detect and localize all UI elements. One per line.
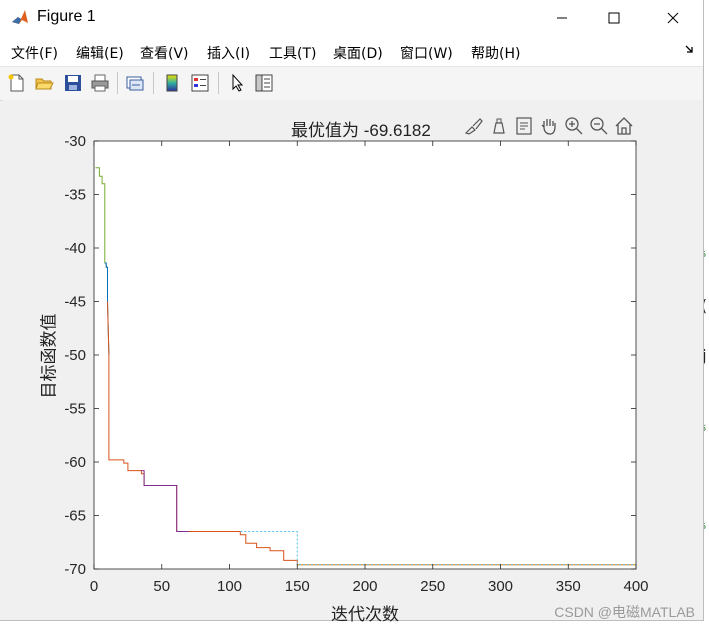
- brush-icon[interactable]: [463, 115, 485, 137]
- x-tick-label: 250: [420, 578, 445, 595]
- pan-icon[interactable]: [538, 115, 560, 137]
- axes-box[interactable]: [93, 140, 637, 570]
- x-tick-label: 350: [556, 578, 581, 595]
- y-tick-label: -55: [64, 401, 86, 418]
- y-tick-label: -40: [64, 240, 86, 257]
- data-tips-icon[interactable]: [488, 115, 510, 137]
- y-tick-label: -50: [64, 347, 86, 364]
- watermark: CSDN @电磁MATLAB: [554, 604, 695, 620]
- y-tick-label: -45: [64, 294, 86, 311]
- zoom-in-icon[interactable]: [563, 115, 585, 137]
- x-tick-label: 100: [217, 578, 242, 595]
- y-tick-label: -35: [64, 187, 86, 204]
- x-tick-label: 200: [352, 578, 377, 595]
- y-tick-label: -30: [64, 133, 86, 150]
- x-tick-label: 150: [285, 578, 310, 595]
- home-icon[interactable]: [613, 115, 635, 137]
- plot-title: 最优值为 -69.6182: [291, 121, 431, 140]
- x-tick-label: 400: [623, 578, 648, 595]
- y-tick-label: -70: [64, 561, 86, 578]
- rotate-icon[interactable]: [513, 115, 535, 137]
- y-tick-label: -65: [64, 508, 86, 525]
- y-axis-label: 目标函数值: [39, 313, 60, 399]
- x-axis-label: 迭代次数: [331, 605, 399, 625]
- y-tick-label: -60: [64, 454, 86, 471]
- x-tick-label: 300: [488, 578, 513, 595]
- plot-area: -30 -35 -40 -45 -50 -55 -60 -65 -700 50 100 150 200 2…: [64, 133, 648, 595]
- zoom-out-icon[interactable]: [588, 115, 610, 137]
- x-tick-label: 0: [90, 578, 98, 595]
- x-tick-label: 50: [153, 578, 170, 595]
